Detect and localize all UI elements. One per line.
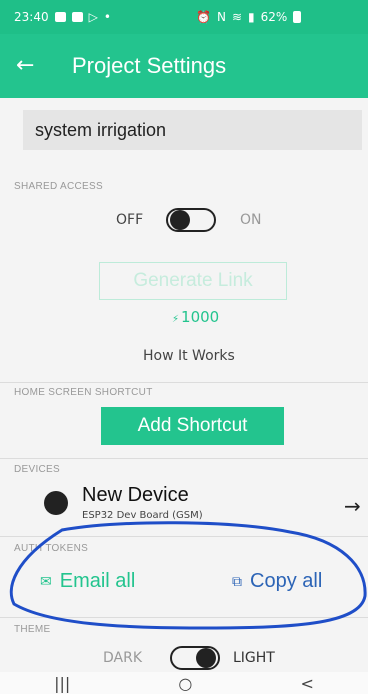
energy-icon: ⚡ <box>172 314 180 325</box>
toggle-knob <box>170 210 190 230</box>
status-left: 23:40 ▷ • <box>14 10 111 24</box>
divider <box>0 382 368 383</box>
status-right: ⏰ N ≋ ▮ 62% <box>196 10 302 24</box>
shared-access-toggle[interactable] <box>166 208 216 232</box>
back-arrow-icon[interactable]: ← <box>16 52 34 80</box>
devices-label: DEVICES <box>14 464 61 475</box>
arrow-right-icon[interactable]: → <box>344 494 361 518</box>
copy-all-label: Copy all <box>250 570 323 592</box>
recents-icon[interactable]: ||| <box>54 674 70 693</box>
espressif-icon <box>44 491 68 515</box>
divider <box>0 617 368 618</box>
email-icon: ✉ <box>40 573 52 589</box>
signal-icon: ▮ <box>248 10 255 24</box>
mail-icon <box>71 12 83 22</box>
energy-count: 1000 <box>181 308 220 326</box>
play-icon: ▷ <box>88 10 98 24</box>
home-icon[interactable]: ○ <box>178 674 192 693</box>
battery-percent: 62% <box>260 10 288 24</box>
email-all-button[interactable]: ✉ Email all <box>40 570 135 593</box>
toggle-knob <box>196 648 216 668</box>
shared-access-label: SHARED ACCESS <box>14 181 103 192</box>
how-it-works-link[interactable]: How It Works <box>143 348 235 364</box>
shared-off-label: OFF <box>116 212 144 228</box>
copy-all-button[interactable]: ⧉ Copy all <box>232 570 322 593</box>
battery-icon <box>293 11 302 23</box>
copy-icon: ⧉ <box>232 573 242 589</box>
device-name: New Device <box>82 484 189 506</box>
energy-value: ⚡ 1000 <box>172 308 219 326</box>
theme-dark-label: DARK <box>103 650 143 666</box>
status-bar: 23:40 ▷ • ⏰ N ≋ ▮ 62% <box>0 0 368 34</box>
add-shortcut-button[interactable]: Add Shortcut <box>101 407 284 445</box>
page-title: Project Settings <box>72 53 227 78</box>
email-all-label: Email all <box>59 570 136 592</box>
project-name-input[interactable] <box>23 110 362 150</box>
theme-label: THEME <box>14 624 51 635</box>
nfc-icon: N <box>216 10 226 24</box>
dot-icon: • <box>103 10 111 24</box>
auth-tokens-label: AUTH TOKENS <box>14 543 89 554</box>
home-shortcut-label: HOME SCREEN SHORTCUT <box>14 387 153 398</box>
theme-light-label: LIGHT <box>233 650 275 666</box>
gallery-icon <box>54 12 66 22</box>
device-board: ESP32 Dev Board (GSM) <box>82 510 203 521</box>
wifi-icon: ≋ <box>231 10 242 24</box>
divider <box>0 536 368 537</box>
generate-link-button[interactable]: Generate Link <box>99 262 287 300</box>
system-nav-bar: ||| ○ < <box>0 672 368 694</box>
status-time: 23:40 <box>14 10 49 24</box>
alarm-icon: ⏰ <box>196 10 211 24</box>
shared-on-label: ON <box>240 212 262 228</box>
app-bar: ← Project Settings <box>0 34 368 98</box>
back-icon[interactable]: < <box>300 674 313 693</box>
theme-toggle[interactable] <box>170 646 220 670</box>
divider <box>0 458 368 459</box>
